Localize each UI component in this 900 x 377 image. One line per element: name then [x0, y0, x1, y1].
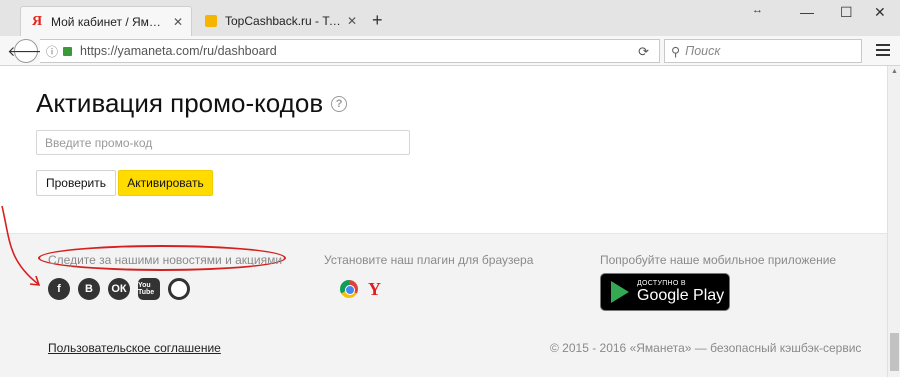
youtube-icon[interactable]: You Tube — [138, 278, 160, 300]
mobile-text: Попробуйте наше мобильное приложение — [600, 253, 837, 267]
minimize-button[interactable]: — — [800, 4, 814, 20]
gplay-bottom-text: Google Play — [637, 287, 725, 304]
lock-icon — [63, 46, 73, 56]
annotation-arrow — [1, 205, 41, 286]
tab-title: Мой кабинет / Яманета ... — [51, 14, 167, 29]
plugin-text: Установите наш плагин для браузера — [324, 253, 534, 267]
chrome-icon[interactable] — [340, 280, 358, 298]
promo-section: Активация промо-кодов ? Проверить Активи… — [0, 66, 887, 233]
search-icon: ⚲ — [671, 44, 681, 59]
activate-button[interactable]: Активировать — [118, 170, 213, 196]
scrollbar[interactable]: ▲ — [887, 66, 900, 377]
search-placeholder: Поиск — [685, 44, 721, 58]
maximize-button[interactable]: ☐ — [840, 4, 853, 21]
reload-icon[interactable]: ⟳ — [638, 44, 649, 60]
google-play-badge[interactable]: ДОСТУПНО В Google Play — [600, 273, 730, 311]
vk-icon[interactable]: B — [78, 278, 100, 300]
news-text: Следите за нашими новостями и акциями — [48, 253, 283, 267]
instagram-icon[interactable] — [168, 278, 190, 300]
odnoklassniki-icon[interactable]: ОК — [108, 278, 130, 300]
question-help-icon[interactable]: ? — [331, 95, 348, 112]
lock-favicon-icon — [203, 13, 219, 29]
close-tab-icon[interactable]: ✕ — [347, 14, 357, 28]
page-content: Активация промо-кодов ? Проверить Активи… — [0, 66, 887, 377]
info-icon[interactable]: ⓘ — [46, 43, 58, 60]
page-title: Активация промо-кодов ? — [36, 88, 348, 119]
browser-plugins: Y — [340, 280, 381, 298]
tab-topcashback[interactable]: TopCashback.ru - Топ лу... ✕ — [195, 6, 365, 36]
navigation-bar: 🡐 ⓘ https://yamaneta.com/ru/dashboard ⟳ … — [0, 36, 900, 66]
check-button[interactable]: Проверить — [36, 170, 116, 196]
scroll-up-icon[interactable]: ▲ — [891, 68, 898, 75]
tab-strip: Я Мой кабинет / Яманета ... ✕ TopCashbac… — [0, 0, 900, 36]
user-agreement-link[interactable]: Пользовательское соглашение — [48, 341, 221, 355]
promo-code-input[interactable] — [36, 130, 410, 155]
close-window-button[interactable]: ✕ — [874, 4, 886, 21]
search-input[interactable]: ⚲ Поиск — [664, 39, 862, 63]
gplay-top-text: ДОСТУПНО В — [637, 280, 686, 287]
social-links: f B ОК You Tube — [48, 278, 190, 300]
footer: Следите за нашими новостями и акциями f … — [0, 233, 887, 377]
promo-title-text: Активация промо-кодов — [36, 88, 324, 118]
scrollbar-thumb[interactable] — [890, 333, 899, 371]
close-tab-icon[interactable]: ✕ — [173, 15, 183, 29]
yandex-browser-icon[interactable]: Y — [368, 280, 381, 298]
url-text: https://yamaneta.com/ru/dashboard — [80, 44, 277, 58]
menu-hamburger-icon[interactable] — [876, 44, 890, 59]
tab-title: TopCashback.ru - Топ лу... — [225, 14, 341, 28]
resize-icon[interactable]: ↔ — [752, 4, 763, 16]
new-tab-button[interactable]: + — [372, 11, 383, 29]
back-button[interactable]: 🡐 — [7, 39, 45, 63]
address-bar[interactable]: ⓘ https://yamaneta.com/ru/dashboard ⟳ — [40, 39, 660, 63]
copyright-text: © 2015 - 2016 «Яманета» — безопасный кэш… — [550, 341, 862, 355]
play-store-icon — [611, 281, 629, 303]
tab-yamaneta-dashboard[interactable]: Я Мой кабинет / Яманета ... ✕ — [20, 6, 192, 36]
yandex-ya-icon: Я — [31, 13, 43, 29]
